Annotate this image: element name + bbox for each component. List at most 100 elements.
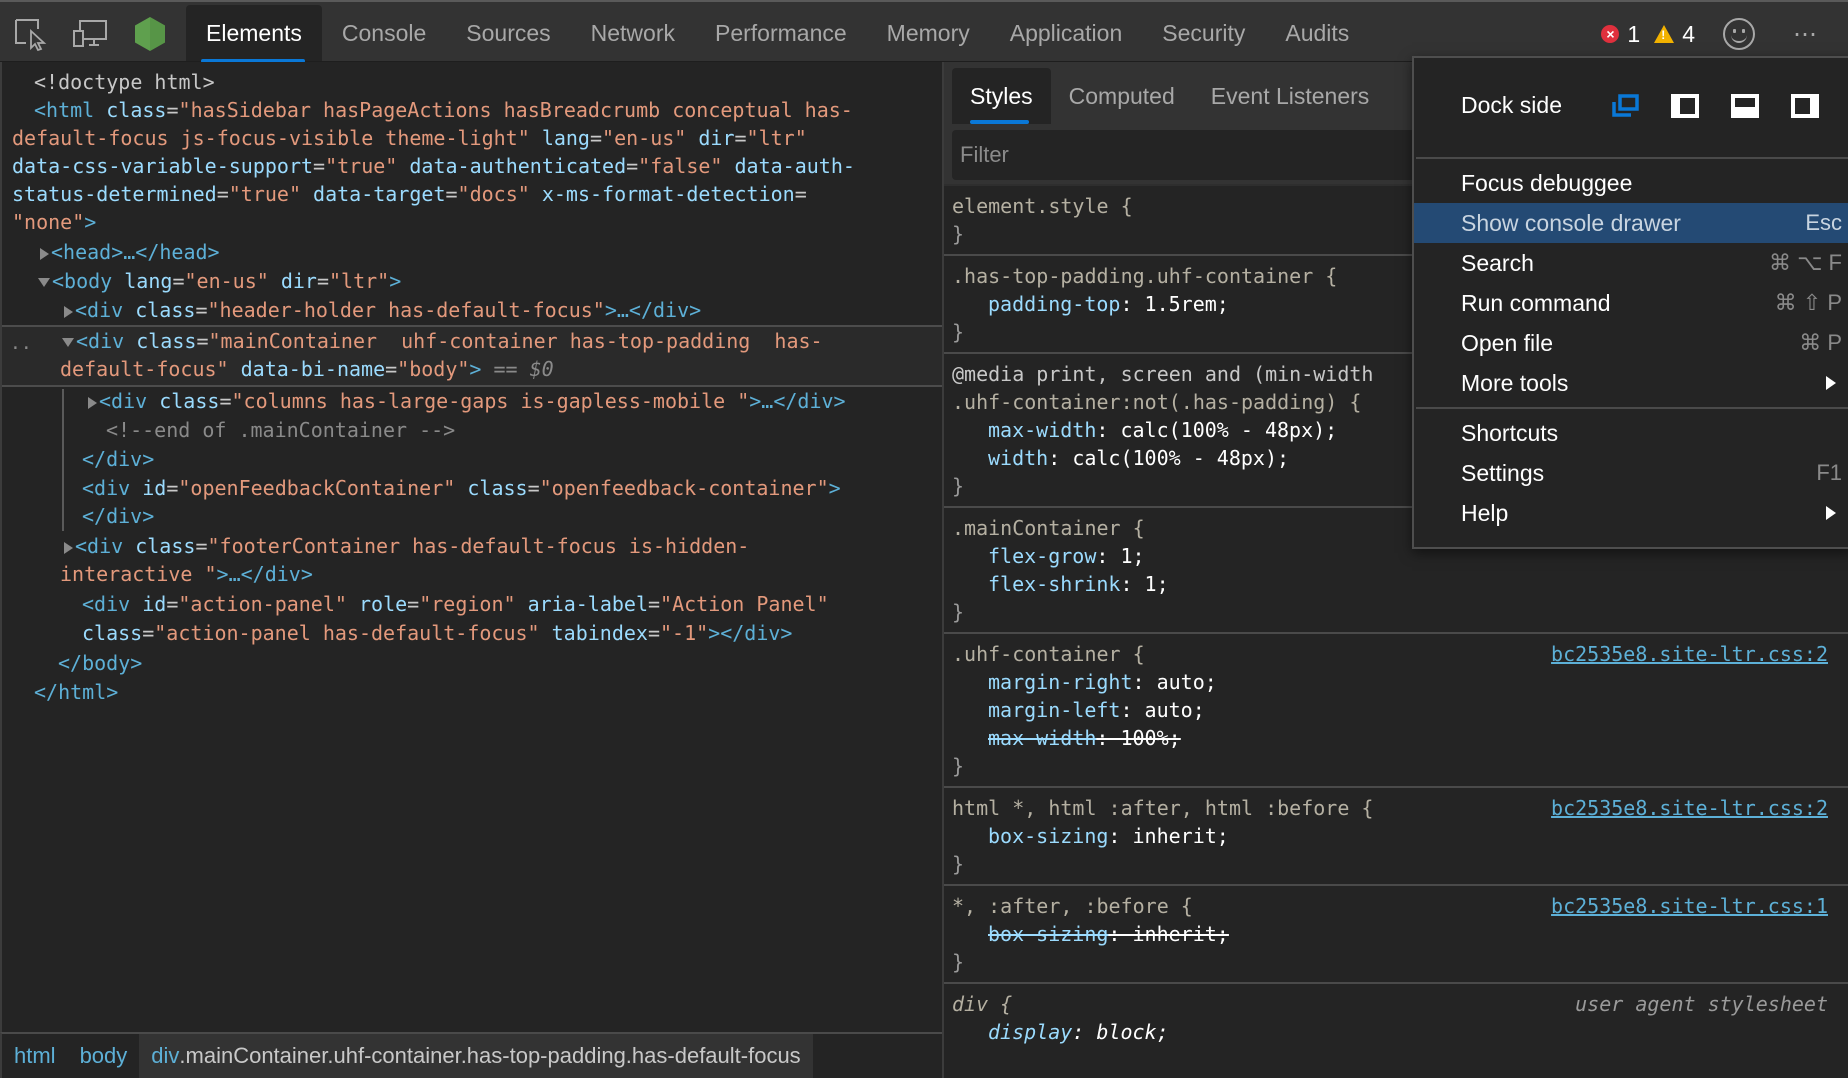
dock-left-icon[interactable] (1671, 93, 1699, 118)
css-declaration[interactable]: display: block; (952, 1018, 1840, 1046)
collapse-arrow-icon[interactable] (38, 278, 50, 287)
tab-sources[interactable]: Sources (446, 5, 570, 61)
css-value[interactable]: calc(100% - 48px); (1072, 446, 1289, 470)
stylesheet-source-link[interactable]: bc2535e8.site-ltr.css:2 (1551, 640, 1828, 668)
tab-audits[interactable]: Audits (1265, 5, 1369, 61)
attr-name: class (135, 298, 196, 322)
css-property[interactable]: flex-shrink (988, 572, 1120, 596)
css-rule[interactable]: user agent stylesheet div { display: blo… (944, 984, 1848, 1052)
elements-dom-tree[interactable]: <!doctype html> <html class="hasSidebar … (0, 62, 942, 1032)
dom-line-open-feedback[interactable]: <div id="openFeedbackContainer" class="o… (82, 474, 1022, 503)
attr-value: "mainContainer uhf-container has-top-pad… (208, 329, 823, 353)
dom-line-columns[interactable]: <div class="columns has-large-gaps is-ga… (88, 387, 1028, 416)
menu-item-run-command[interactable]: Run command ⌘ ⇧ P (1414, 283, 1848, 323)
device-emulation-icon[interactable] (70, 14, 110, 54)
dom-line-html[interactable]: <html class="hasSidebar hasPageActions h… (34, 96, 974, 125)
menu-item-shortcuts[interactable]: Shortcuts (1414, 413, 1848, 453)
css-rule[interactable]: bc2535e8.site-ltr.css:2 html *, html :af… (944, 788, 1848, 886)
tab-application[interactable]: Application (990, 5, 1143, 61)
menu-item-label: Run command (1461, 289, 1611, 316)
breadcrumb-main-container[interactable]: div .mainContainer.uhf-container.has-top-… (139, 1034, 813, 1078)
more-options-icon[interactable]: ⋯ (1793, 20, 1820, 49)
css-property[interactable]: box-sizing (988, 824, 1108, 848)
tab-performance[interactable]: Performance (695, 5, 867, 61)
undock-icon[interactable] (1611, 93, 1639, 118)
css-rule[interactable]: bc2535e8.site-ltr.css:2 .uhf-container {… (944, 634, 1848, 788)
dom-line-header-holder[interactable]: <div class="header-holder has-default-fo… (64, 296, 1004, 325)
expand-arrow-icon[interactable] (64, 305, 73, 318)
tag-name: <body (52, 269, 113, 293)
css-property[interactable]: box-sizing (988, 922, 1108, 946)
dom-line-body-close[interactable]: </body> (58, 649, 998, 678)
expand-arrow-icon[interactable] (40, 247, 49, 260)
css-property[interactable]: max-width (988, 726, 1096, 750)
tab-styles[interactable]: Styles (952, 68, 1051, 124)
css-rule[interactable]: bc2535e8.site-ltr.css:1 *, :after, :befo… (944, 886, 1848, 984)
css-declaration[interactable]: margin-left: auto; (952, 696, 1840, 724)
menu-item-help[interactable]: Help (1414, 493, 1848, 533)
css-property[interactable]: max-width (988, 418, 1096, 442)
css-declaration[interactable]: box-sizing: inherit; (952, 822, 1840, 850)
css-value[interactable]: 1; (1120, 544, 1144, 568)
nodejs-icon[interactable] (130, 14, 170, 54)
dom-line-html-close[interactable]: </html> (34, 678, 974, 707)
inspect-element-icon[interactable] (10, 14, 50, 54)
error-count: 1 (1627, 20, 1641, 47)
css-property[interactable]: width (988, 446, 1048, 470)
dom-line-doctype[interactable]: <!doctype html> (34, 68, 974, 97)
css-value[interactable]: auto; (1157, 670, 1217, 694)
stylesheet-source-link[interactable]: bc2535e8.site-ltr.css:1 (1551, 892, 1828, 920)
menu-item-label: Settings (1461, 459, 1545, 486)
css-value[interactable]: 1.5rem; (1145, 292, 1229, 316)
tab-computed[interactable]: Computed (1051, 68, 1193, 124)
tab-event-listeners[interactable]: Event Listeners (1193, 68, 1388, 124)
tab-network[interactable]: Network (571, 5, 695, 61)
dom-line-action-panel[interactable]: <div id="action-panel" role="region" ari… (82, 590, 1022, 619)
breadcrumb-html[interactable]: html (2, 1034, 68, 1078)
css-property[interactable]: margin-right (988, 670, 1133, 694)
dom-line-head[interactable]: <head>…</head> (40, 238, 980, 267)
gutter-dots[interactable]: .. (10, 329, 32, 358)
tab-console[interactable]: Console (322, 5, 446, 61)
dock-bottom-icon[interactable] (1731, 93, 1759, 118)
collapse-arrow-icon[interactable] (62, 338, 74, 347)
tab-security[interactable]: Security (1142, 5, 1265, 61)
menu-item-open-file[interactable]: Open file ⌘ P (1414, 323, 1848, 363)
css-property[interactable]: flex-grow (988, 544, 1096, 568)
expand-arrow-icon[interactable] (64, 541, 73, 554)
stylesheet-source-link[interactable]: bc2535e8.site-ltr.css:2 (1551, 794, 1828, 822)
css-value[interactable]: inherit; (1133, 824, 1229, 848)
css-declaration[interactable]: margin-right: auto; (952, 668, 1840, 696)
breadcrumb-body[interactable]: body (68, 1034, 140, 1078)
feedback-smiley-icon[interactable] (1723, 18, 1755, 50)
menu-item-more-tools[interactable]: More tools (1414, 363, 1848, 403)
tab-elements[interactable]: Elements (186, 5, 322, 63)
dom-line-comment[interactable]: <!--end of .mainContainer --> (106, 416, 1046, 445)
css-declaration-overridden[interactable]: box-sizing: inherit; (952, 920, 1840, 948)
dom-line-footer[interactable]: <div class="footerContainer has-default-… (64, 532, 1004, 561)
css-value[interactable]: block; (1096, 1020, 1168, 1044)
css-value[interactable]: 1; (1145, 572, 1169, 596)
css-value[interactable]: inherit; (1133, 922, 1229, 946)
tab-memory[interactable]: Memory (867, 5, 990, 61)
css-value[interactable]: 100%; (1120, 726, 1180, 750)
css-declaration-overridden[interactable]: max-width: 100%; (952, 724, 1840, 752)
css-value[interactable]: calc(100% - 48px); (1120, 418, 1337, 442)
menu-item-focus-debuggee[interactable]: Focus debuggee (1414, 163, 1848, 203)
menu-item-settings[interactable]: Settings F1 (1414, 453, 1848, 493)
dom-line-main-container-selected[interactable]: .. <div class="mainContainer uhf-contain… (2, 325, 942, 387)
tag-name: <div (82, 592, 131, 616)
css-property[interactable]: margin-left (988, 698, 1120, 722)
css-declaration[interactable]: flex-shrink: 1; (952, 570, 1840, 598)
menu-item-search[interactable]: Search ⌘ ⌥ F (1414, 243, 1848, 283)
dom-line-body[interactable]: <body lang="en-us" dir="ltr"> (38, 267, 978, 296)
css-value[interactable]: auto; (1145, 698, 1205, 722)
dock-right-icon[interactable] (1791, 93, 1819, 118)
dom-line-div-close[interactable]: </div> (82, 445, 1022, 474)
dom-line-feedback-close[interactable]: </div> (82, 502, 1022, 531)
issue-counters[interactable]: × 1 ! 4 ⋯ (1601, 12, 1820, 56)
menu-item-show-console-drawer[interactable]: Show console drawer Esc (1414, 203, 1848, 243)
expand-arrow-icon[interactable] (88, 396, 97, 409)
css-property[interactable]: padding-top (988, 292, 1120, 316)
css-property[interactable]: display (988, 1020, 1072, 1044)
